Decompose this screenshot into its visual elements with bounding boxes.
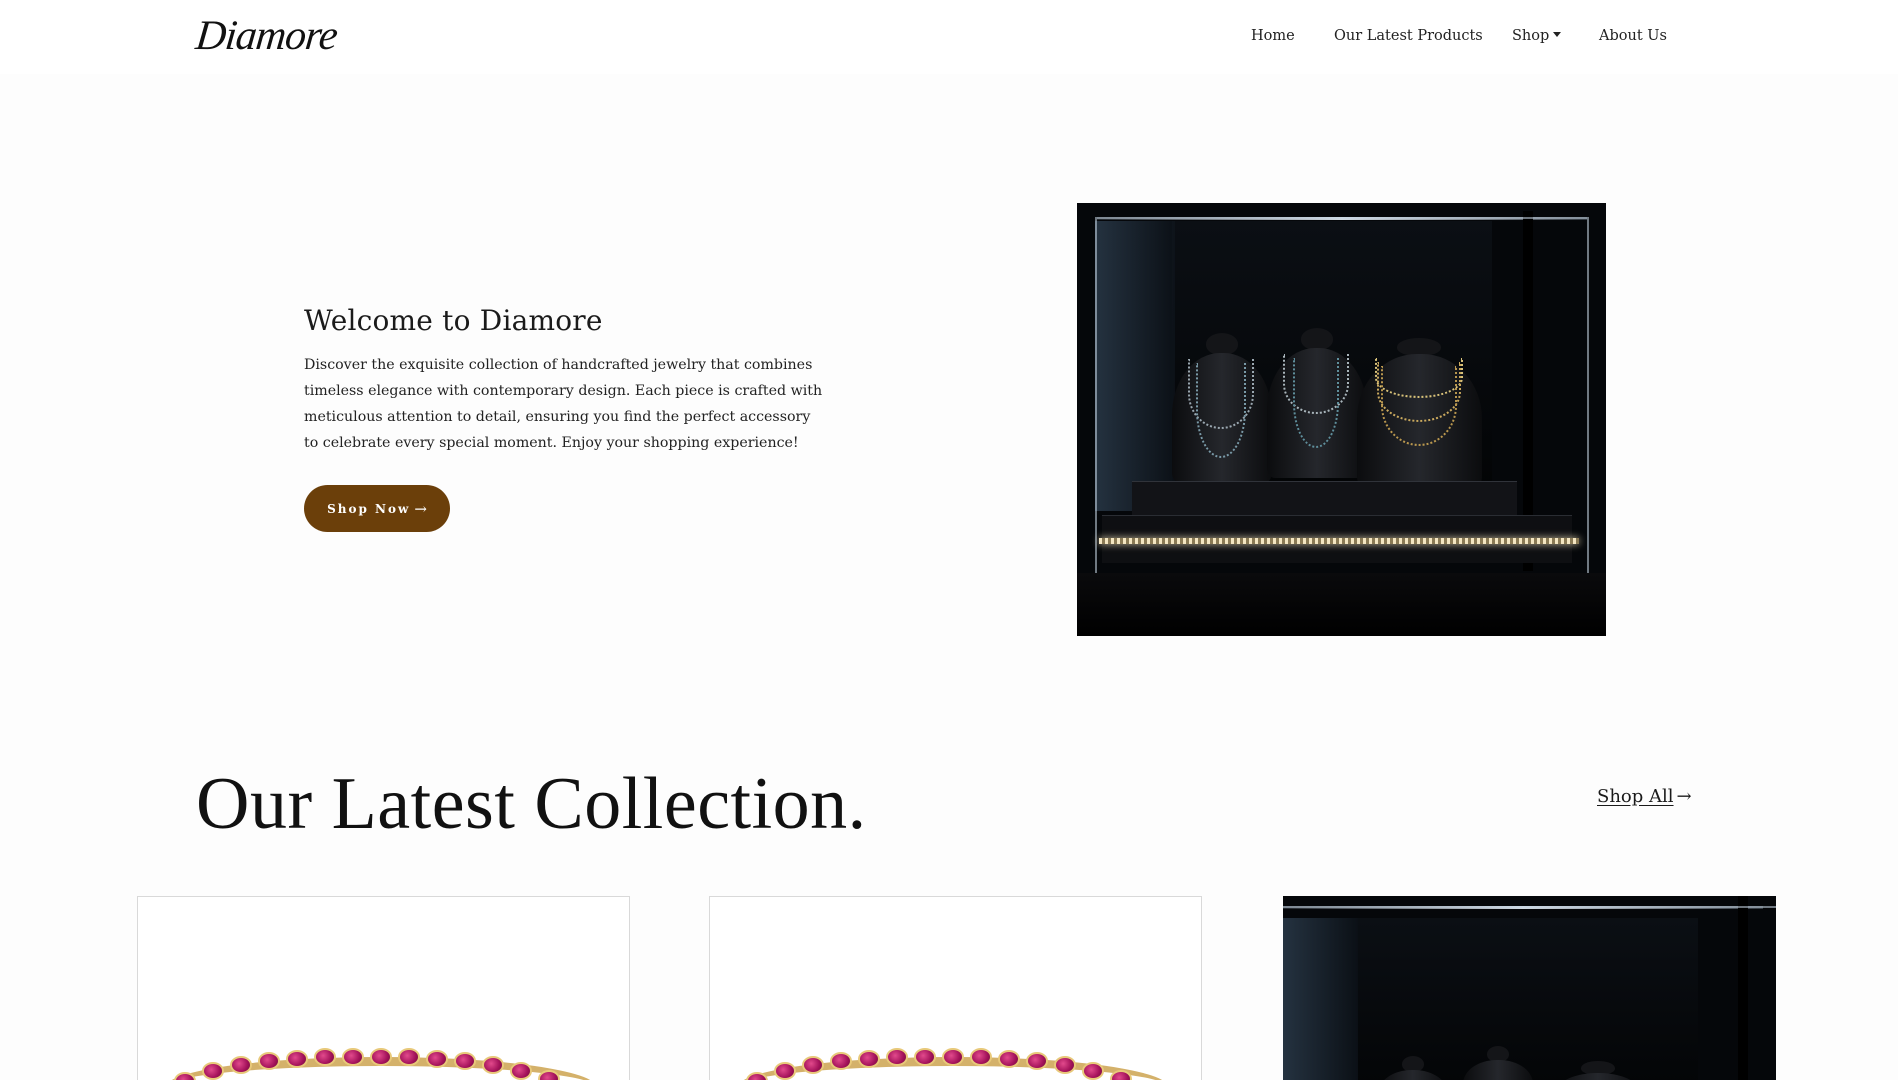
hero-description: Discover the exquisite collection of han…: [304, 357, 823, 451]
nav-home-link[interactable]: Home: [1251, 28, 1295, 44]
navbar: Diamore Home Our Latest Products Shop Ab…: [0, 0, 1898, 74]
product-card[interactable]: [1283, 896, 1776, 1080]
ruby-bracelet-image: [738, 1048, 1168, 1080]
jewelry-showcase-image: [1283, 896, 1776, 1080]
collection-title: Our Latest Collection.: [196, 763, 867, 845]
nav-shop-dropdown[interactable]: Shop: [1512, 28, 1562, 44]
hero-jewelry-showcase-image: [1077, 203, 1606, 636]
caret-down-icon: [1553, 32, 1562, 37]
shop-now-label: Shop Now: [327, 501, 411, 516]
nav-latest-products-link[interactable]: Our Latest Products: [1334, 28, 1483, 44]
product-card[interactable]: [137, 896, 630, 1080]
nav-about-link[interactable]: About Us: [1599, 28, 1667, 44]
arrow-right-icon: →: [1676, 786, 1692, 807]
nav-shop-label: Shop: [1512, 28, 1550, 44]
arrow-right-icon: →: [414, 499, 427, 518]
brand-logo[interactable]: Diamore: [193, 12, 340, 60]
shop-all-link[interactable]: Shop All →: [1597, 786, 1692, 807]
shop-all-label: Shop All: [1597, 786, 1674, 807]
product-card[interactable]: [709, 896, 1202, 1080]
ruby-bracelet-image: [166, 1048, 596, 1080]
shop-now-button[interactable]: Shop Now →: [304, 485, 450, 532]
hero-title: Welcome to Diamore: [304, 304, 603, 337]
